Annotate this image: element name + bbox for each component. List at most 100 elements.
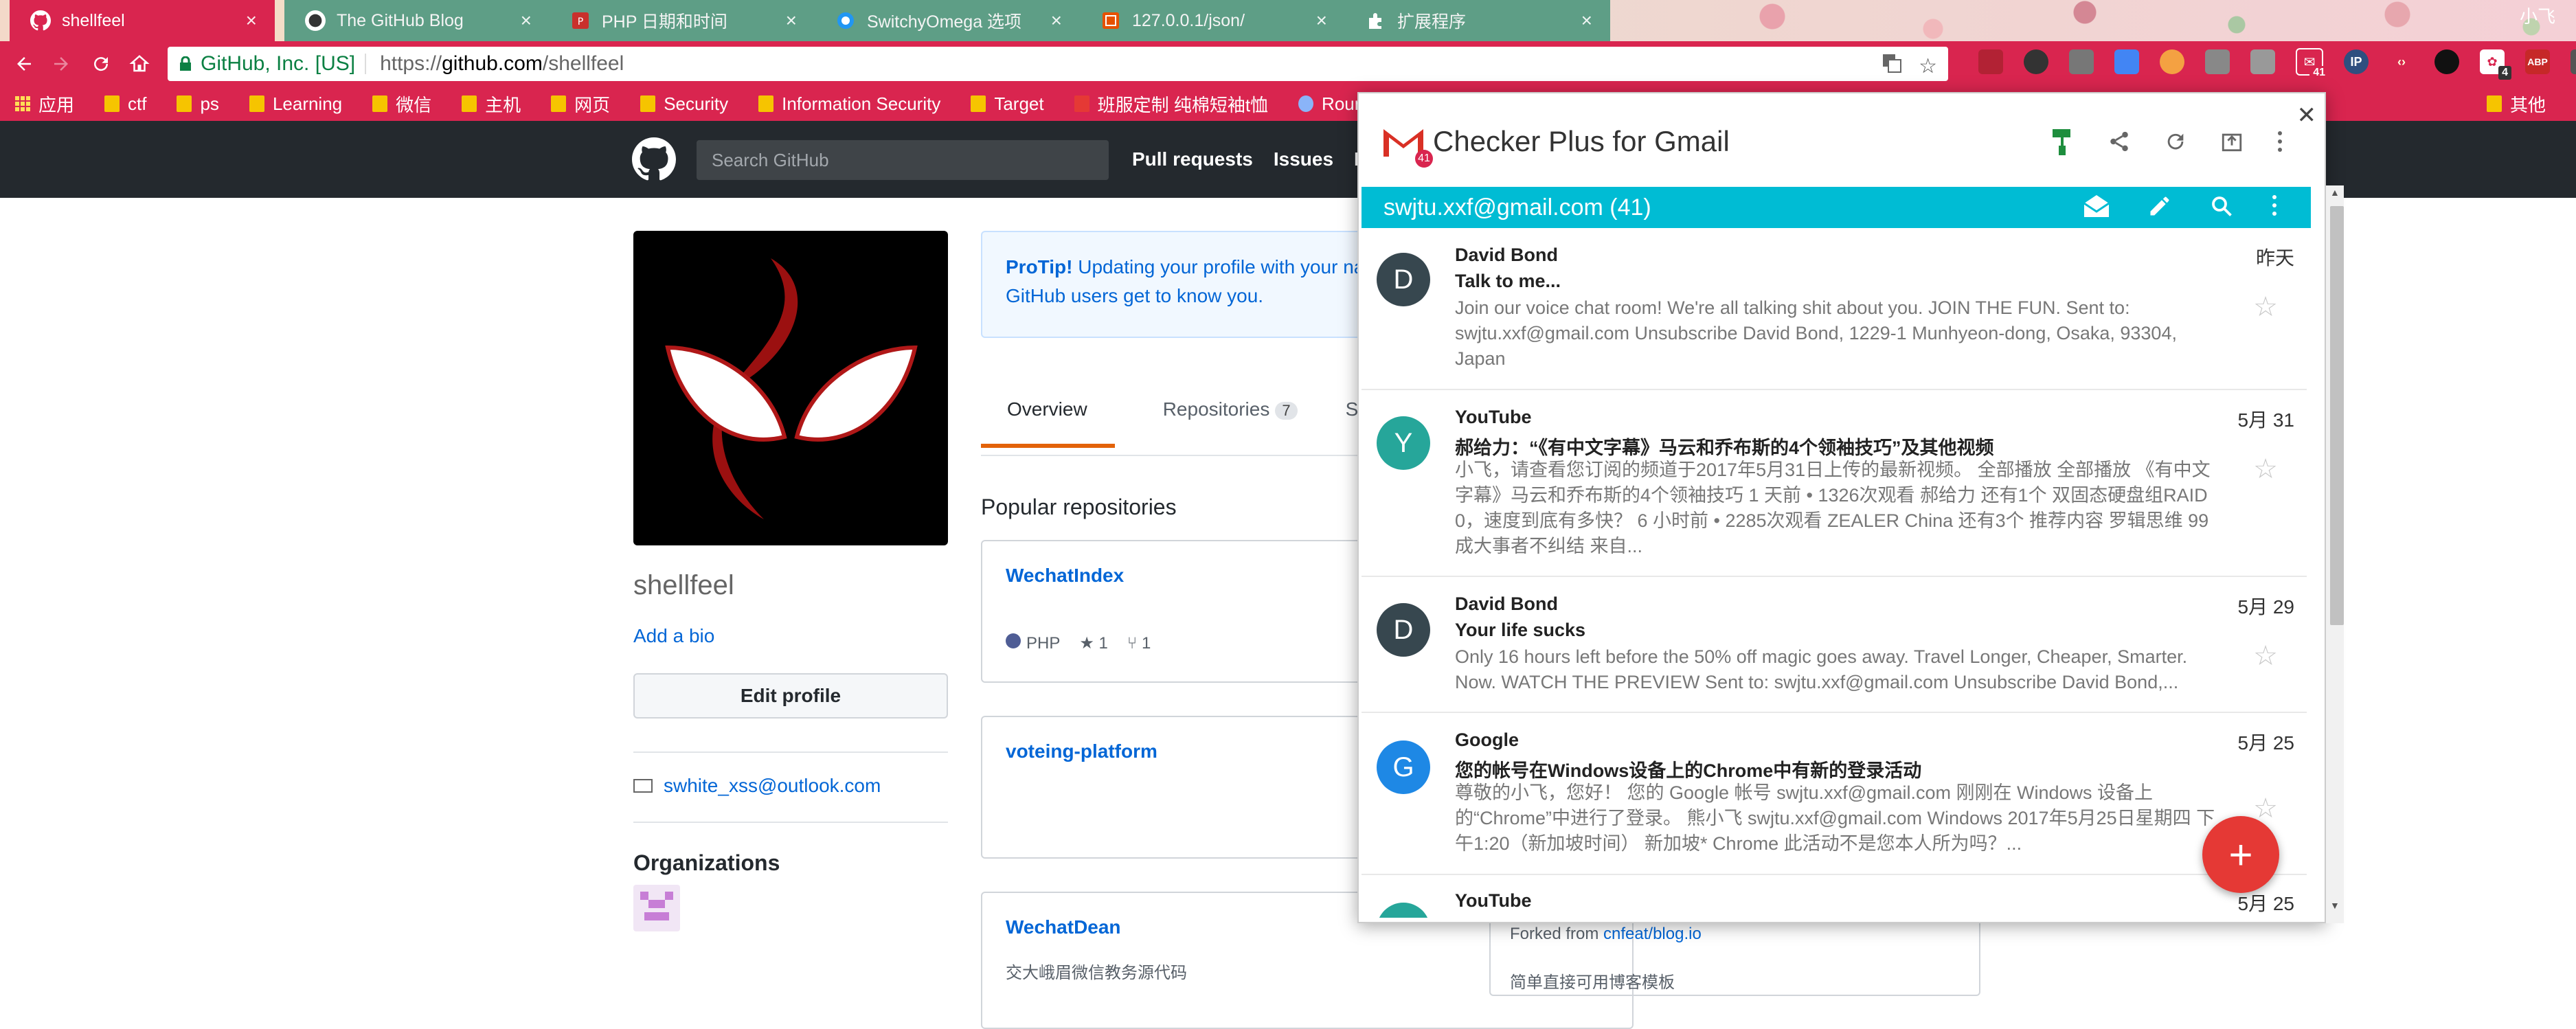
tab-github-blog[interactable]: The GitHub Blog ×: [284, 0, 550, 41]
tools-icon[interactable]: ✿ 4: [2480, 49, 2511, 80]
repo-name-link[interactable]: WechatDean: [1006, 916, 1121, 938]
account-bar[interactable]: swjtu.xxf@gmail.com (41): [1362, 187, 2311, 228]
add-bio-link[interactable]: Add a bio: [633, 625, 714, 647]
bookmark-learning[interactable]: Learning: [249, 93, 342, 115]
repo-forks[interactable]: ⑂ 1: [1127, 634, 1151, 653]
repo-name-link[interactable]: WechatIndex: [1006, 565, 1124, 587]
close-icon[interactable]: ✕: [2297, 102, 2317, 129]
folder-icon: [104, 95, 120, 112]
tab-repositories[interactable]: Repositories 7: [1163, 398, 1298, 448]
adblock-icon[interactable]: ABP: [2525, 49, 2550, 74]
scroll-down-arrow-icon[interactable]: ▼: [2330, 900, 2340, 911]
repo-name-link[interactable]: voteing-platform: [1006, 740, 1157, 762]
edit-profile-button[interactable]: Edit profile: [633, 673, 948, 719]
sender-avatar: D: [1377, 253, 1430, 306]
bookmark-other[interactable]: 其他: [2486, 91, 2546, 117]
github-search-input[interactable]: Search GitHub: [697, 140, 1109, 180]
share-icon[interactable]: [2108, 130, 2131, 159]
bookmark-wechat[interactable]: 微信: [372, 91, 431, 117]
compose-fab-button[interactable]: +: [2202, 816, 2279, 893]
tab-label: 扩展程序: [1397, 12, 1467, 32]
bookmark-ctf[interactable]: ctf: [104, 93, 146, 115]
url-text[interactable]: https://github.com/shellfeel: [380, 52, 624, 76]
profile-email[interactable]: swhite_xss@outlook.com: [633, 775, 881, 797]
email-item[interactable]: G Google 您的帐号在Windows设备上的Chrome中有新的登录活动 …: [1362, 713, 2307, 875]
bookmark-host[interactable]: 主机: [462, 91, 521, 117]
bookmark-information-security[interactable]: Information Security: [758, 93, 940, 115]
bookmark-target[interactable]: Target: [971, 93, 1044, 115]
open-in-new-icon[interactable]: [2220, 130, 2244, 159]
bookmark-tshirt[interactable]: 班服定制 纯棉短袖t恤: [1074, 91, 1268, 117]
screenshot-icon[interactable]: [2250, 49, 2275, 74]
tab-overview[interactable]: Overview: [981, 398, 1115, 448]
ev-certificate-label[interactable]: GitHub, Inc. [US]: [201, 52, 355, 76]
star-bookmark-icon[interactable]: ☆: [1919, 54, 1937, 78]
star-icon[interactable]: ☆: [2253, 453, 2278, 485]
more-vert-icon[interactable]: [2271, 194, 2278, 225]
compose-pencil-icon[interactable]: [2147, 194, 2172, 225]
mark-all-read-icon[interactable]: [2083, 194, 2110, 225]
email-date: 昨天: [2255, 247, 2294, 269]
bookmark-ps[interactable]: ps: [177, 93, 219, 115]
nav-issues[interactable]: Issues: [1274, 148, 1333, 170]
camera-icon[interactable]: [2024, 49, 2048, 74]
address-bar[interactable]: GitHub, Inc. [US] https://github.com/she…: [168, 47, 1948, 81]
flag-icon[interactable]: [1978, 49, 2003, 74]
tab-switchyomega[interactable]: SwitchyOmega 选项 ×: [815, 0, 1080, 41]
star-icon[interactable]: ☆: [2253, 291, 2278, 323]
email-item[interactable]: Y YouTube 5月 25: [1362, 875, 2307, 918]
bookmark-apps[interactable]: 应用: [15, 91, 74, 117]
tab-php-date[interactable]: P PHP 日期和时间 ×: [550, 0, 815, 41]
translate-icon[interactable]: [1882, 53, 1902, 79]
nav-pull-requests[interactable]: Pull requests: [1132, 148, 1253, 170]
search-icon[interactable]: [2209, 194, 2234, 225]
folder-icon: [372, 95, 388, 112]
menu-icon[interactable]: [2571, 49, 2576, 74]
account-email[interactable]: swjtu.xxf@gmail.com (41): [1383, 194, 1651, 221]
switchyomega-icon: [835, 10, 856, 31]
email-item[interactable]: D David Bond Your life sucks Only 16 hou…: [1362, 577, 2307, 713]
email-item[interactable]: D David Bond Talk to me... Join our voic…: [1362, 228, 2307, 390]
email-sender: Google: [1455, 730, 1519, 750]
close-icon[interactable]: ×: [246, 10, 257, 32]
forward-button[interactable]: [45, 48, 77, 80]
reload-button[interactable]: [85, 48, 117, 80]
email-subject: 郝给力：“《有中文字幕》马云和乔布斯的4个领袖技巧”及其他视频: [1455, 438, 1994, 458]
close-icon[interactable]: ×: [786, 10, 797, 32]
email-item[interactable]: Y YouTube 郝给力：“《有中文字幕》马云和乔布斯的4个领袖技巧”及其他视…: [1362, 390, 2307, 577]
folder-icon: [551, 95, 567, 112]
bookmark-security[interactable]: Security: [640, 93, 728, 115]
repo-stars[interactable]: ★ 1: [1079, 633, 1108, 653]
bookmark-webpage[interactable]: 网页: [551, 91, 610, 117]
tab-extensions[interactable]: 扩展程序 ×: [1345, 0, 1610, 41]
tab-localhost-json[interactable]: 127.0.0.1/json/ ×: [1080, 0, 1345, 41]
scroll-up-arrow-icon[interactable]: ▲: [2330, 187, 2340, 198]
ip-icon[interactable]: IP: [2344, 49, 2369, 74]
grid-icon[interactable]: [2069, 49, 2094, 74]
github-logo-icon[interactable]: [632, 137, 676, 181]
sheet-icon[interactable]: [2205, 49, 2230, 74]
tab-shellfeel[interactable]: shellfeel ×: [10, 0, 275, 41]
tab-label: 127.0.0.1/json/: [1132, 10, 1245, 30]
close-icon[interactable]: ×: [1051, 10, 1062, 32]
translate-ext-icon[interactable]: [2114, 49, 2139, 74]
paint-roller-icon[interactable]: [2051, 128, 2075, 161]
cookie-icon[interactable]: [2160, 49, 2184, 74]
folder-icon: [249, 95, 264, 112]
close-icon[interactable]: ×: [1316, 10, 1327, 32]
forked-from-link[interactable]: cnfeat/blog.io: [1603, 925, 1702, 943]
code-icon[interactable]: ‹›: [2389, 49, 2414, 74]
refresh-icon[interactable]: [2164, 130, 2187, 159]
window-user-badge[interactable]: 小飞: [2520, 3, 2555, 28]
profile-avatar[interactable]: [633, 231, 948, 545]
organization-avatar[interactable]: [633, 885, 680, 931]
more-vert-icon[interactable]: [2276, 130, 2283, 159]
circle-icon[interactable]: [2434, 49, 2459, 74]
gmail-checker-icon[interactable]: ✉ 41: [2296, 48, 2329, 80]
popup-scrollbar-thumb[interactable]: [2330, 206, 2344, 625]
home-button[interactable]: [124, 48, 155, 80]
close-icon[interactable]: ×: [521, 10, 532, 32]
star-icon[interactable]: ☆: [2253, 640, 2278, 672]
close-icon[interactable]: ×: [1581, 10, 1592, 32]
back-button[interactable]: [8, 48, 40, 80]
